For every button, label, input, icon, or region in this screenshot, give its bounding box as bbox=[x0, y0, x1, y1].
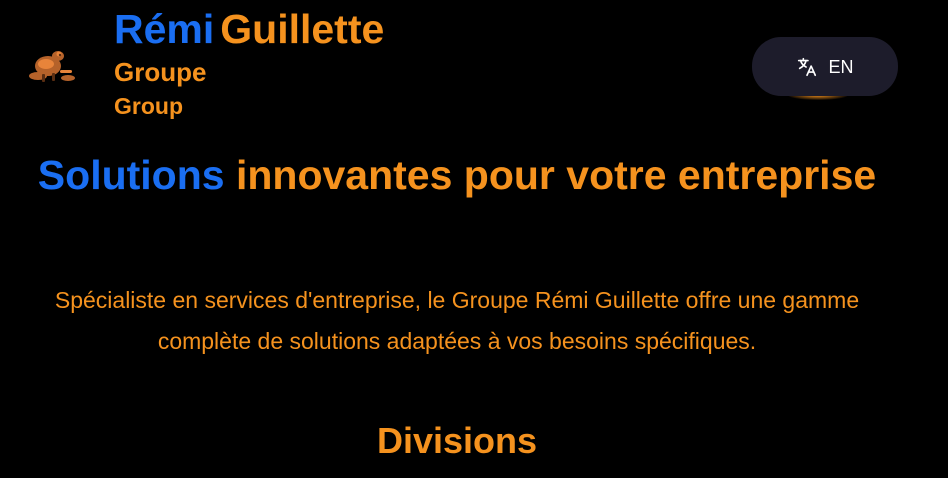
brand-subtitle-fr: Groupe bbox=[114, 57, 207, 87]
brand-first-name: Rémi bbox=[114, 6, 215, 52]
hero-description: Spécialiste en services d'entreprise, le… bbox=[54, 287, 860, 354]
brand-subtitle-en: Group bbox=[114, 93, 183, 119]
hero-title-accent: Solutions bbox=[37, 152, 225, 198]
language-label: EN bbox=[828, 56, 854, 77]
brand-title: Rémi Guillette bbox=[114, 4, 384, 54]
beaver-logo-icon[interactable] bbox=[24, 40, 80, 94]
brand-last-name: Guillette bbox=[220, 6, 385, 52]
hero-title-rest: innovantes pour votre entreprise bbox=[235, 152, 877, 198]
language-toggle-button[interactable]: EN bbox=[752, 37, 898, 96]
translate-icon bbox=[796, 56, 818, 78]
brand-name[interactable]: Rémi Guillette Groupe Group bbox=[114, 4, 384, 122]
divisions-title: Divisions bbox=[376, 420, 538, 461]
hero-title: Solutions innovantes pour votre entrepri… bbox=[0, 150, 914, 200]
page: Rémi Guillette Groupe Group EN Solutions … bbox=[0, 0, 948, 478]
